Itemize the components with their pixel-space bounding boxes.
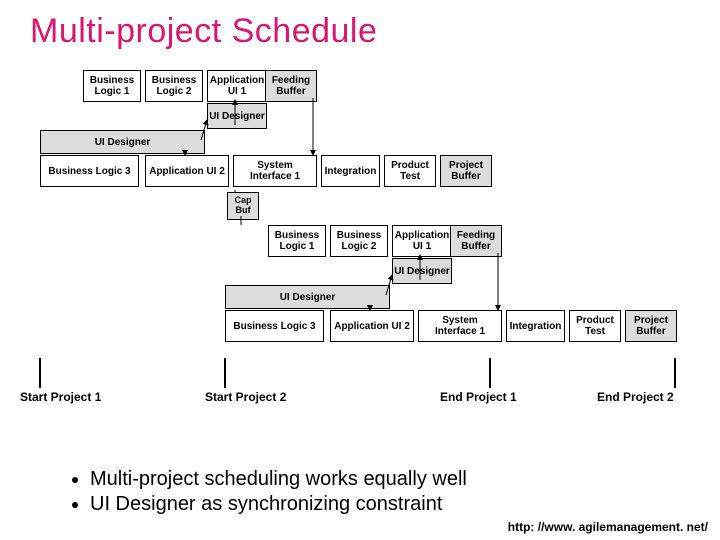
p1-business-logic-1: Business Logic 1 (83, 70, 141, 102)
p1-business-logic-3: Business Logic 3 (40, 155, 139, 187)
p1-ui-designer-small: UI Designer (207, 103, 267, 129)
p1-application-ui-2: Application UI 2 (145, 155, 229, 187)
footer-url: http: //www. agilemanagement. net/ (508, 520, 708, 534)
slide-title: Multi-project Schedule (30, 12, 377, 51)
p2-ui-designer-small: UI Designer (392, 258, 452, 284)
p2-business-logic-2: Business Logic 2 (330, 225, 388, 257)
bullet-list: Multi-project scheduling works equally w… (50, 468, 467, 518)
p1-system-interface-1: System Interface 1 (233, 155, 317, 187)
p1-business-logic-2: Business Logic 2 (145, 70, 203, 102)
schedule-diagram: Business Logic 1 Business Logic 2 Applic… (20, 70, 700, 430)
p2-application-ui-2: Application UI 2 (330, 310, 414, 342)
p1-product-test: Product Test (384, 155, 436, 187)
p2-business-logic-3: Business Logic 3 (225, 310, 324, 342)
p1-integration: Integration (321, 155, 380, 187)
capacity-buffer: Cap Buf (227, 192, 259, 220)
bullet-1: Multi-project scheduling works equally w… (90, 468, 467, 491)
bullet-2: UI Designer as synchronizing constraint (90, 493, 467, 516)
p2-product-test: Product Test (569, 310, 621, 342)
p1-application-ui-1: Application UI 1 (207, 70, 267, 102)
p2-application-ui-1: Application UI 1 (392, 225, 452, 257)
p2-business-logic-1: Business Logic 1 (268, 225, 326, 257)
p1-project-buffer: Project Buffer (440, 155, 492, 187)
marker-end-project-2: End Project 2 (597, 390, 674, 404)
p2-ui-designer-row: UI Designer (225, 285, 390, 309)
marker-start-project-2: Start Project 2 (205, 390, 286, 404)
p1-feeding-buffer: Feeding Buffer (265, 70, 317, 102)
p2-project-buffer: Project Buffer (625, 310, 677, 342)
p2-feeding-buffer: Feeding Buffer (450, 225, 502, 257)
marker-end-project-1: End Project 1 (440, 390, 517, 404)
p2-system-interface-1: System Interface 1 (418, 310, 502, 342)
marker-start-project-1: Start Project 1 (20, 390, 101, 404)
p2-integration: Integration (506, 310, 565, 342)
p1-ui-designer-row: UI Designer (40, 130, 205, 154)
